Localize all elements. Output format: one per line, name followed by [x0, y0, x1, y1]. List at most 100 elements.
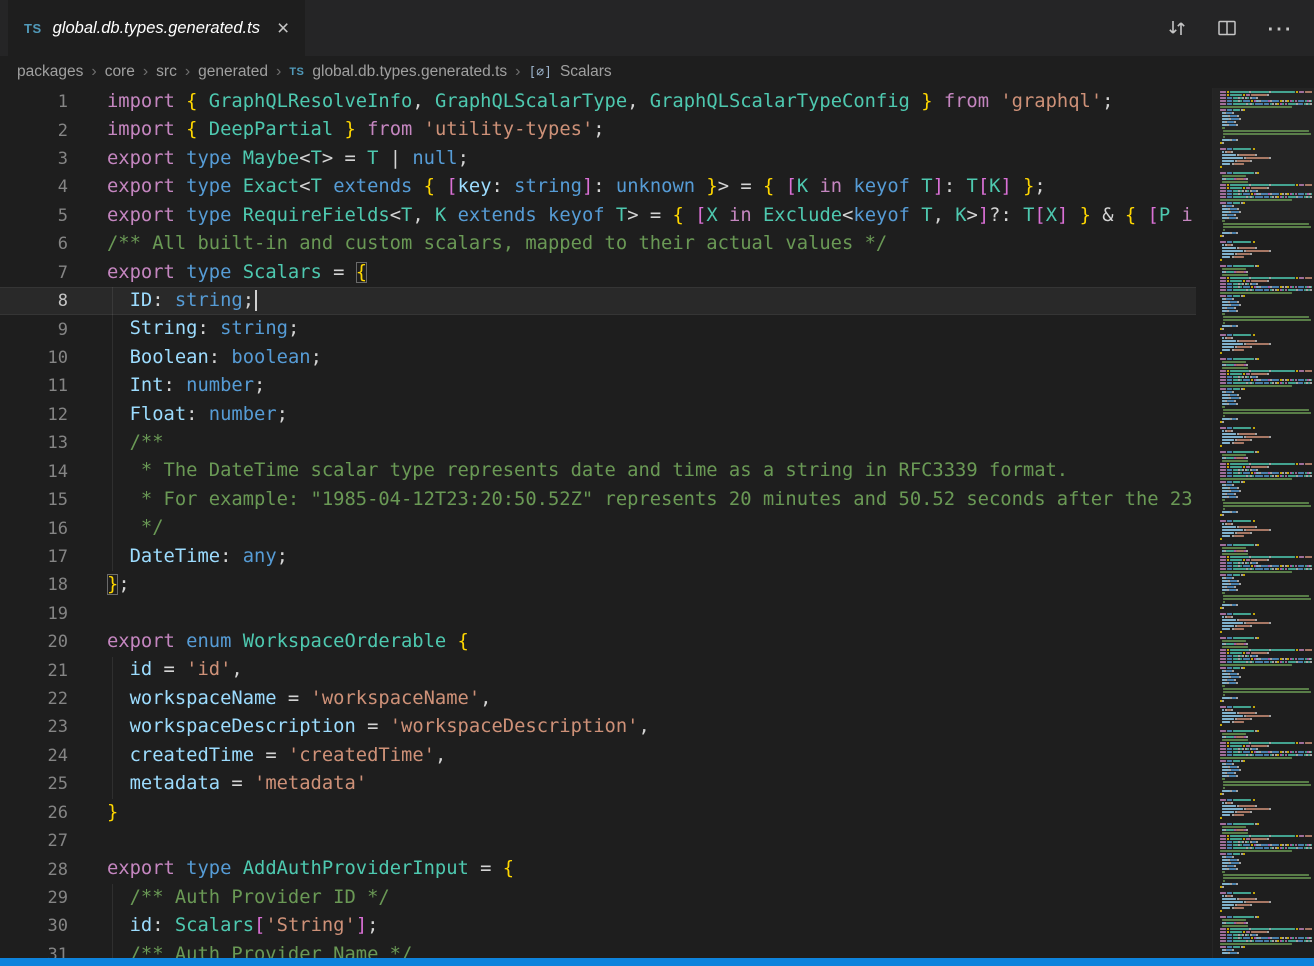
code-line-5[interactable]: 5export type RequireFields<T, K extends …: [0, 202, 1196, 230]
code-line-16[interactable]: 16 */: [0, 514, 1196, 542]
code-line-28[interactable]: 28export type AddAuthProviderInput = {: [0, 855, 1196, 883]
code-text: export type Exact<T extends { [key: stri…: [96, 173, 1046, 201]
code-line-24[interactable]: 24 createdTime = 'createdTime',: [0, 742, 1196, 770]
code-text: DateTime: any;: [96, 543, 288, 571]
line-number[interactable]: 23: [0, 717, 96, 737]
breadcrumb-item-core[interactable]: core: [105, 63, 135, 81]
code-text: * For example: "1985-04-12T23:20:50.52Z"…: [96, 486, 1193, 514]
line-number[interactable]: 22: [0, 689, 96, 709]
breadcrumb-item-symbol[interactable]: Scalars: [560, 63, 612, 81]
line-number[interactable]: 14: [0, 462, 96, 482]
breadcrumb: packages › core › src › generated › TS g…: [0, 56, 1314, 88]
code-line-3[interactable]: 3export type Maybe<T> = T | null;: [0, 145, 1196, 173]
code-text: id: Scalars['String'];: [96, 912, 378, 940]
code-text: Float: number;: [96, 401, 288, 429]
line-number[interactable]: 16: [0, 519, 96, 539]
line-number[interactable]: 21: [0, 661, 96, 681]
code-lines: 1import { GraphQLResolveInfo, GraphQLSca…: [0, 88, 1196, 958]
code-line-11[interactable]: 11 Int: number;: [0, 372, 1196, 400]
chevron-right-icon: ›: [185, 63, 190, 81]
line-number[interactable]: 17: [0, 547, 96, 567]
line-number[interactable]: 3: [0, 149, 96, 169]
code-line-7[interactable]: 7export type Scalars = {: [0, 259, 1196, 287]
line-number[interactable]: 18: [0, 575, 96, 595]
code-text: import { DeepPartial } from 'utility-typ…: [96, 116, 605, 144]
split-editor-icon[interactable]: [1216, 17, 1238, 39]
editor-tab-bar: TS global.db.types.generated.ts × ⋯: [0, 0, 1314, 56]
more-actions-icon[interactable]: ⋯: [1266, 15, 1292, 41]
breadcrumb-item-file[interactable]: global.db.types.generated.ts: [312, 63, 507, 81]
code-line-26[interactable]: 26}: [0, 799, 1196, 827]
code-line-21[interactable]: 21 id = 'id',: [0, 656, 1196, 684]
line-number[interactable]: 8: [0, 291, 96, 311]
line-number[interactable]: 11: [0, 376, 96, 396]
line-number[interactable]: 25: [0, 774, 96, 794]
line-number[interactable]: 28: [0, 860, 96, 880]
close-tab-icon[interactable]: ×: [277, 18, 289, 39]
code-text: Boolean: boolean;: [96, 344, 322, 372]
line-number[interactable]: 15: [0, 490, 96, 510]
code-line-19[interactable]: 19: [0, 600, 1196, 628]
code-line-9[interactable]: 9 String: string;: [0, 315, 1196, 343]
typescript-file-icon: TS: [24, 21, 42, 36]
code-editor[interactable]: 1import { GraphQLResolveInfo, GraphQLSca…: [0, 88, 1196, 958]
code-line-20[interactable]: 20export enum WorkspaceOrderable {: [0, 628, 1196, 656]
line-number[interactable]: 30: [0, 916, 96, 936]
line-number[interactable]: 20: [0, 632, 96, 652]
code-line-18[interactable]: 18};: [0, 571, 1196, 599]
code-line-12[interactable]: 12 Float: number;: [0, 401, 1196, 429]
line-number[interactable]: 29: [0, 888, 96, 908]
code-line-31[interactable]: 31 /** Auth Provider Name */: [0, 941, 1196, 958]
code-line-8[interactable]: 8 ID: string;: [0, 287, 1196, 315]
code-line-14[interactable]: 14 * The DateTime scalar type represents…: [0, 457, 1196, 485]
code-text: export type Maybe<T> = T | null;: [96, 145, 469, 173]
line-number[interactable]: 9: [0, 320, 96, 340]
code-line-25[interactable]: 25 metadata = 'metadata': [0, 770, 1196, 798]
line-number[interactable]: 19: [0, 604, 96, 624]
line-number[interactable]: 26: [0, 803, 96, 823]
code-line-22[interactable]: 22 workspaceName = 'workspaceName',: [0, 685, 1196, 713]
code-line-23[interactable]: 23 workspaceDescription = 'workspaceDesc…: [0, 713, 1196, 741]
code-line-10[interactable]: 10 Boolean: boolean;: [0, 344, 1196, 372]
line-number[interactable]: 12: [0, 405, 96, 425]
symbol-object-icon: [∅]: [528, 65, 551, 80]
code-line-13[interactable]: 13 /**: [0, 429, 1196, 457]
code-line-29[interactable]: 29 /** Auth Provider ID */: [0, 884, 1196, 912]
line-number[interactable]: 10: [0, 348, 96, 368]
editor-scrollbar[interactable]: [1196, 88, 1212, 958]
code-line-30[interactable]: 30 id: Scalars['String'];: [0, 912, 1196, 940]
line-number[interactable]: 13: [0, 433, 96, 453]
code-text: export enum WorkspaceOrderable {: [96, 628, 469, 656]
line-number[interactable]: 2: [0, 121, 96, 141]
open-changes-icon[interactable]: [1166, 17, 1188, 39]
line-number[interactable]: 31: [0, 945, 96, 958]
code-text: ID: string;: [96, 287, 257, 315]
tab-global-db-types-generated[interactable]: TS global.db.types.generated.ts ×: [8, 0, 305, 56]
code-line-2[interactable]: 2import { DeepPartial } from 'utility-ty…: [0, 116, 1196, 144]
code-line-4[interactable]: 4export type Exact<T extends { [key: str…: [0, 173, 1196, 201]
code-line-6[interactable]: 6/** All built-in and custom scalars, ma…: [0, 230, 1196, 258]
code-line-1[interactable]: 1import { GraphQLResolveInfo, GraphQLSca…: [0, 88, 1196, 116]
code-text: import { GraphQLResolveInfo, GraphQLScal…: [96, 88, 1113, 116]
code-text: Int: number;: [96, 372, 265, 400]
code-line-15[interactable]: 15 * For example: "1985-04-12T23:20:50.5…: [0, 486, 1196, 514]
breadcrumb-item-packages[interactable]: packages: [17, 63, 83, 81]
line-number[interactable]: 4: [0, 177, 96, 197]
line-number[interactable]: 1: [0, 92, 96, 112]
status-bar-strip: [0, 958, 1314, 966]
code-line-17[interactable]: 17 DateTime: any;: [0, 543, 1196, 571]
line-number[interactable]: 24: [0, 746, 96, 766]
breadcrumb-item-src[interactable]: src: [156, 63, 177, 81]
line-number[interactable]: 5: [0, 206, 96, 226]
breadcrumb-item-generated[interactable]: generated: [198, 63, 268, 81]
line-number[interactable]: 7: [0, 263, 96, 283]
line-number[interactable]: 6: [0, 234, 96, 254]
minimap[interactable]: [1212, 88, 1314, 958]
code-text: workspaceDescription = 'workspaceDescrip…: [96, 713, 650, 741]
chevron-right-icon: ›: [515, 63, 520, 81]
line-number[interactable]: 27: [0, 831, 96, 851]
editor-actions: ⋯: [1166, 0, 1314, 56]
code-text: createdTime = 'createdTime',: [96, 742, 446, 770]
code-line-27[interactable]: 27: [0, 827, 1196, 855]
indent-guide: [112, 287, 113, 571]
